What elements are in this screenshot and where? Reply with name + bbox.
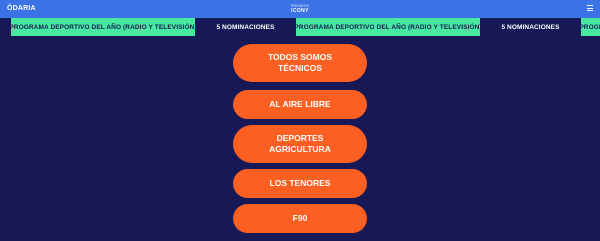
menu-icon-bar bbox=[587, 5, 593, 6]
page: ÖDARIA PREMIOS ICONY PROGRAMA DEPORTIVO … bbox=[0, 0, 600, 241]
ticker-category: PROGRAMA DEPORTIVO DEL AÑO (RADIO Y TELE… bbox=[9, 18, 197, 36]
ticker-count: 5 NOMINACIONES bbox=[195, 18, 296, 36]
nominee-button[interactable]: LOS TENORES bbox=[233, 169, 367, 198]
nominee-button[interactable]: TODOS SOMOS TÉCNICOS bbox=[233, 44, 367, 82]
awards-logo-line2: ICONY bbox=[291, 8, 309, 14]
nominee-button[interactable]: DEPORTES AGRICULTURA bbox=[233, 125, 367, 163]
category-ticker: PROGRAMA DEPORTIVO DEL AÑO (RADIO Y TELE… bbox=[0, 18, 600, 36]
ticker-category: PROGRAMA DEPORTIVO DEL AÑO (RADIO Y TELE… bbox=[579, 18, 600, 36]
ticker-category: PROGRAMA DEPORTIVO DEL AÑO (RADIO Y TELE… bbox=[294, 18, 482, 36]
nominee-button[interactable]: F90 bbox=[233, 204, 367, 233]
brand-logo[interactable]: ÖDARIA bbox=[7, 5, 36, 12]
top-bar: ÖDARIA PREMIOS ICONY bbox=[0, 0, 600, 18]
ticker-track: PROGRAMA DEPORTIVO DEL AÑO (RADIO Y TELE… bbox=[9, 18, 600, 36]
menu-icon[interactable] bbox=[587, 5, 593, 11]
ticker-count: 5 NOMINACIONES bbox=[480, 18, 581, 36]
awards-logo-line1: PREMIOS bbox=[290, 4, 310, 8]
awards-logo[interactable]: PREMIOS ICONY bbox=[283, 3, 317, 15]
menu-icon-bar bbox=[587, 10, 593, 11]
nominee-button[interactable]: AL AIRE LIBRE bbox=[233, 90, 367, 119]
nominee-list: TODOS SOMOS TÉCNICOS AL AIRE LIBRE DEPOR… bbox=[0, 36, 600, 233]
menu-icon-bar bbox=[587, 7, 593, 9]
